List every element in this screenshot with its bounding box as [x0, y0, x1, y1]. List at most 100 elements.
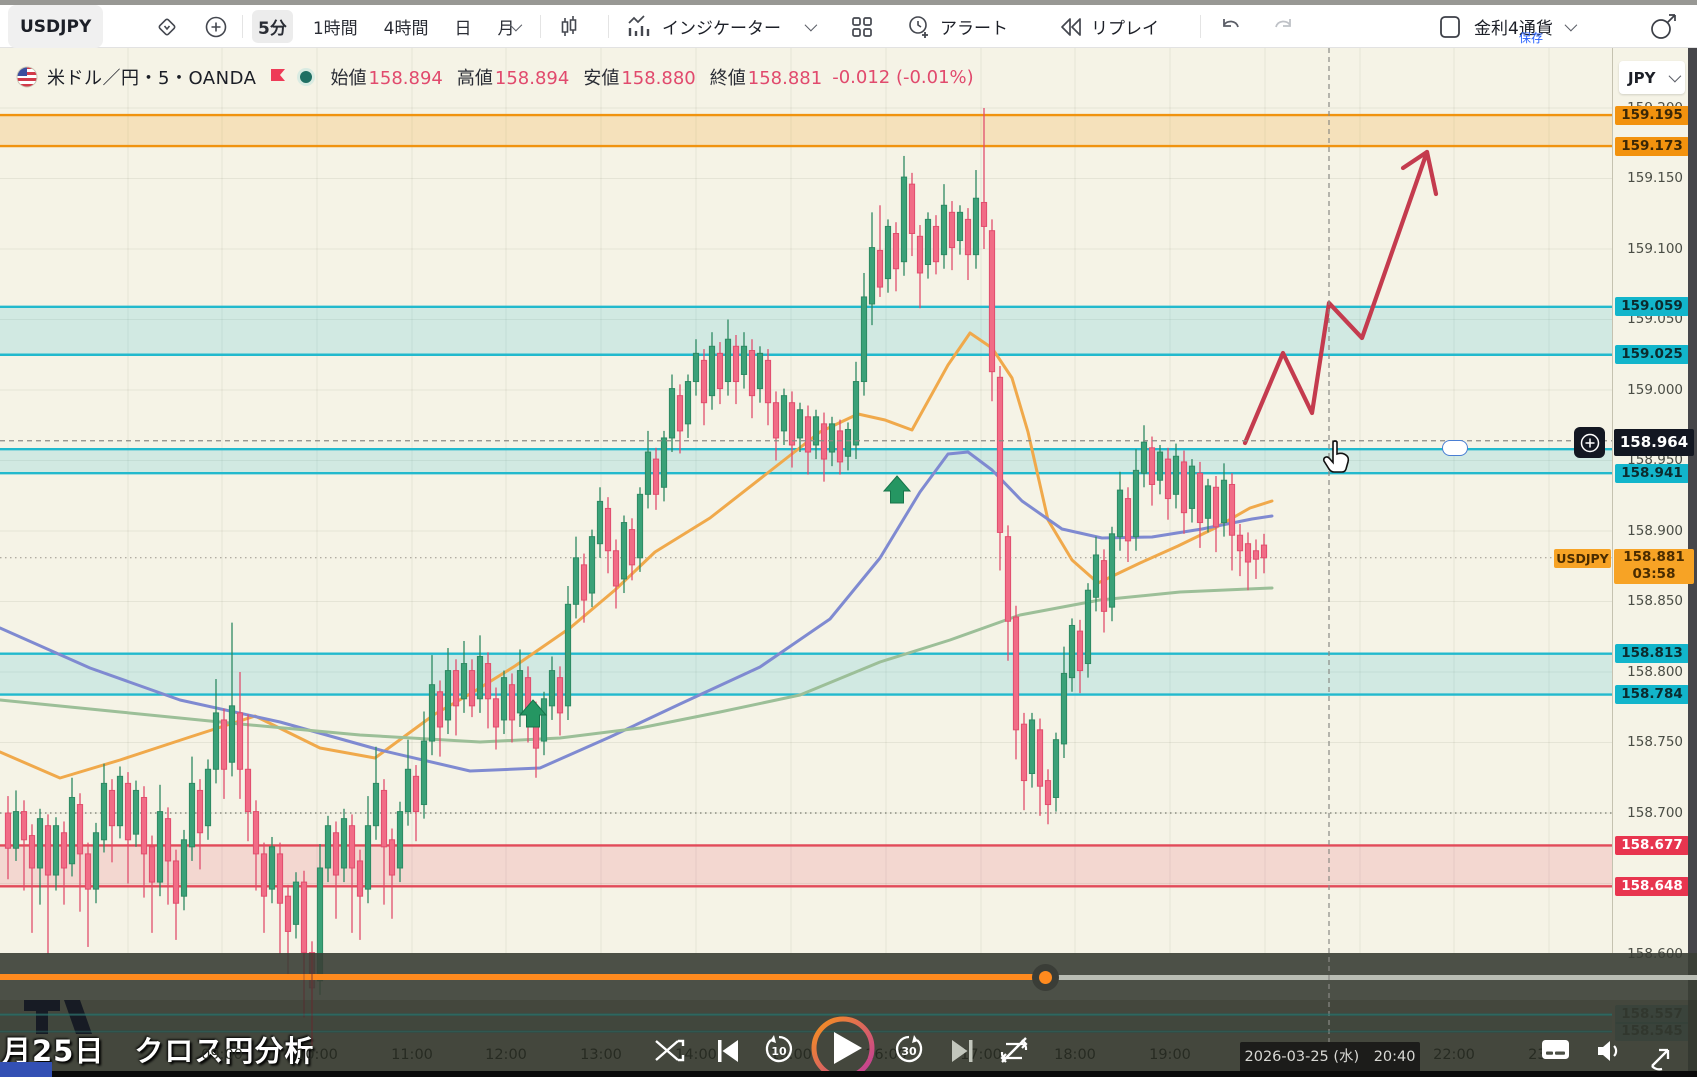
- redo-icon[interactable]: [1270, 5, 1296, 48]
- candle-body: [52, 825, 60, 876]
- candle-body: [708, 345, 716, 397]
- candle-body: [116, 775, 124, 827]
- symbol-search-icon[interactable]: [156, 5, 178, 48]
- candle-body: [140, 796, 148, 855]
- toolbar-separator: [242, 15, 243, 38]
- crosshair-add-alert-button[interactable]: [1574, 427, 1605, 458]
- price-tick: 159.150: [1627, 170, 1683, 186]
- flag-marker-icon[interactable]: [270, 67, 286, 87]
- symbol-button[interactable]: USDJPY: [8, 5, 104, 48]
- candle-body: [164, 818, 172, 862]
- candle-body: [964, 218, 972, 256]
- previous-icon[interactable]: [712, 1038, 742, 1064]
- candle-body: [284, 895, 292, 932]
- candle-body: [636, 493, 644, 559]
- timeframe-button-5分[interactable]: 5分: [252, 10, 293, 43]
- shuffle-icon[interactable]: [652, 1036, 686, 1066]
- quick-search-icon[interactable]: [1648, 5, 1678, 48]
- replay-button[interactable]: リプレイ: [1058, 5, 1159, 48]
- ohlc-field-value: 158.894: [494, 68, 570, 89]
- candle-body: [972, 197, 980, 256]
- toolbar-separator: [608, 15, 609, 38]
- video-chapter-marker[interactable]: [0, 1062, 52, 1077]
- candle-body: [852, 381, 860, 446]
- play-button[interactable]: [810, 1015, 876, 1077]
- price-zone[interactable]: [0, 844, 1612, 888]
- volume-icon[interactable]: [1594, 1038, 1624, 1064]
- time-tick: 12:00: [485, 1047, 527, 1063]
- candle-body: [884, 225, 892, 280]
- layout-checkbox[interactable]: [1438, 5, 1462, 48]
- candle-body: [1188, 465, 1196, 509]
- undo-icon[interactable]: [1218, 5, 1244, 48]
- layout-grid-icon[interactable]: [850, 5, 874, 48]
- level-price-label: 158.813: [1615, 644, 1689, 664]
- price-tick: 158.900: [1627, 522, 1683, 539]
- repeat-off-icon[interactable]: [998, 1034, 1030, 1066]
- video-progress-knob[interactable]: [1032, 964, 1059, 991]
- timeframe-button-4時間[interactable]: 4時間: [378, 10, 435, 43]
- price-tick: 159.100: [1627, 240, 1683, 257]
- candle-body: [1180, 461, 1188, 514]
- chart-style-icon[interactable]: [556, 5, 582, 48]
- price-zone[interactable]: [0, 113, 1612, 148]
- save-button[interactable]: 保存: [1519, 29, 1543, 46]
- indicators-button[interactable]: インジケーター: [626, 5, 818, 48]
- candle-body: [196, 789, 204, 834]
- candle-body: [1212, 486, 1220, 528]
- candle-body: [428, 684, 436, 742]
- candle-body: [4, 812, 12, 849]
- price-axis[interactable]: JPY 159.200159.150159.100159.050159.0001…: [1612, 48, 1689, 1042]
- candle-body: [452, 670, 460, 707]
- rewind-10-icon[interactable]: 10: [762, 1034, 796, 1066]
- candle-body: [676, 395, 684, 432]
- timeframe-dropdown-chevron[interactable]: [504, 5, 523, 48]
- candle-body: [892, 232, 900, 270]
- candle-body: [820, 423, 828, 460]
- timeframe-button-1時間[interactable]: 1時間: [307, 10, 364, 43]
- candle-body: [692, 352, 700, 383]
- candle-body: [1044, 780, 1052, 806]
- candle-body: [1252, 550, 1260, 560]
- compare-add-icon[interactable]: [204, 5, 228, 48]
- timeframe-button-日[interactable]: 日: [449, 10, 478, 43]
- candle-body: [252, 811, 260, 855]
- zone-fill: [0, 449, 1612, 474]
- price-tick: 158.750: [1627, 734, 1683, 750]
- symbol-title[interactable]: 米ドル／円・5・OANDA: [47, 64, 256, 90]
- candle-body: [660, 437, 668, 488]
- fullscreen-icon[interactable]: [1644, 1042, 1676, 1074]
- rewind-amount: 10: [771, 1045, 787, 1058]
- video-progress-remaining[interactable]: [1058, 975, 1697, 980]
- time-tick: 10:00: [296, 1047, 338, 1063]
- line-drag-handle[interactable]: [1442, 440, 1468, 456]
- price-tick: 159.000: [1627, 381, 1683, 398]
- alert-button[interactable]: アラート: [905, 5, 1008, 48]
- candle-body: [1244, 543, 1252, 563]
- video-progress-played[interactable]: [0, 974, 1040, 980]
- window-top-edge: [0, 0, 1697, 5]
- next-icon[interactable]: [948, 1038, 978, 1064]
- currency-selector[interactable]: JPY: [1619, 61, 1685, 94]
- candle-body: [868, 247, 876, 305]
- time-tick: 22:00: [1433, 1047, 1475, 1063]
- candle-body: [1260, 544, 1268, 559]
- price-zone[interactable]: [0, 448, 1612, 475]
- ohlc-field-label: 終値: [709, 68, 746, 89]
- forward-30-icon[interactable]: 30: [892, 1034, 926, 1066]
- candle-body: [844, 428, 852, 457]
- candle-body: [836, 430, 844, 463]
- chart-canvas[interactable]: [0, 0, 1697, 1077]
- app-window: USDJPY 5分 1時間 4時間日月 インジケーター アラート リプレイ 金利…: [0, 0, 1697, 1077]
- forward-amount: 30: [901, 1045, 917, 1058]
- candle-body: [508, 684, 516, 721]
- candle-body: [644, 451, 652, 495]
- candle-body: [1116, 489, 1124, 538]
- ohlc-field-label: 高値: [456, 68, 493, 89]
- toolbar-separator: [1200, 15, 1201, 38]
- candle-body: [404, 768, 412, 813]
- price-zone[interactable]: [0, 652, 1612, 696]
- subtitles-icon[interactable]: [1541, 1038, 1571, 1062]
- candle-body: [444, 670, 452, 721]
- candle-body: [924, 218, 932, 266]
